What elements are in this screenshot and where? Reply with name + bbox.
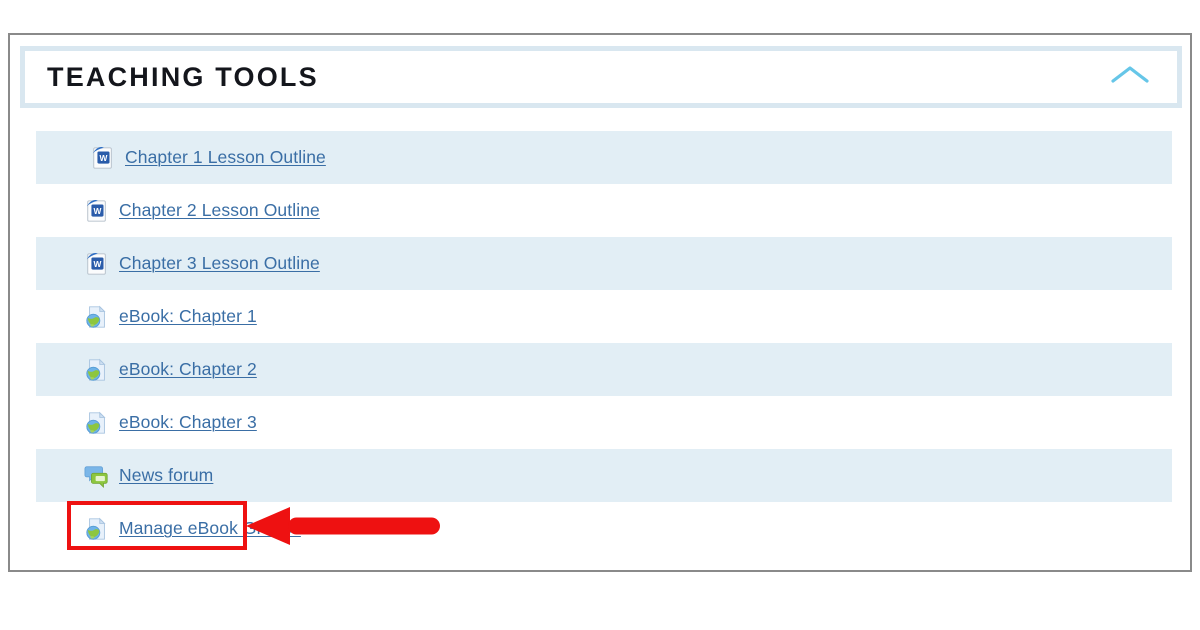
chevron-up-icon	[1109, 62, 1151, 93]
resource-row-content: eBook: Chapter 3	[84, 410, 257, 436]
resource-row[interactable]: eBook: Chapter 3	[36, 396, 1172, 449]
url-globe-page-icon	[84, 304, 110, 330]
resource-link[interactable]: News forum	[119, 465, 213, 486]
resource-row-content: Manage eBook Groups	[84, 516, 301, 542]
resource-row-content: News forum	[84, 463, 213, 489]
url-globe-page-icon	[84, 516, 110, 542]
resource-row[interactable]: eBook: Chapter 1	[36, 290, 1172, 343]
resource-link[interactable]: eBook: Chapter 2	[119, 359, 257, 380]
resource-row[interactable]: eBook: Chapter 2	[36, 343, 1172, 396]
resource-row[interactable]: Chapter 1 Lesson Outline	[36, 131, 1172, 184]
resource-row-content: eBook: Chapter 1	[84, 304, 257, 330]
resource-list: Chapter 1 Lesson Outline Chapter 2 Lesson…	[36, 131, 1172, 555]
resource-row-content: Chapter 3 Lesson Outline	[84, 251, 320, 277]
resource-row[interactable]: Chapter 3 Lesson Outline	[36, 237, 1172, 290]
resource-row-content: eBook: Chapter 2	[84, 357, 257, 383]
word-document-icon	[84, 251, 110, 277]
resource-link[interactable]: eBook: Chapter 3	[119, 412, 257, 433]
resource-link[interactable]: Manage eBook Groups	[119, 518, 301, 539]
resource-row-content: Chapter 1 Lesson Outline	[90, 145, 326, 171]
resource-link[interactable]: Chapter 3 Lesson Outline	[119, 253, 320, 274]
url-globe-page-icon	[84, 357, 110, 383]
section-header[interactable]: TEACHING TOOLS	[20, 46, 1182, 108]
teaching-tools-section-card: TEACHING TOOLS Chapter 1 Lesson Outline C…	[8, 33, 1192, 572]
word-document-icon	[84, 198, 110, 224]
forum-speech-bubbles-icon	[84, 463, 110, 489]
resource-link[interactable]: eBook: Chapter 1	[119, 306, 257, 327]
page-title: TEACHING TOOLS	[47, 61, 319, 92]
collapse-section-button[interactable]	[1107, 60, 1153, 94]
resource-link[interactable]: Chapter 1 Lesson Outline	[125, 147, 326, 168]
resource-link[interactable]: Chapter 2 Lesson Outline	[119, 200, 320, 221]
resource-row-content: Chapter 2 Lesson Outline	[84, 198, 320, 224]
resource-row[interactable]: News forum	[36, 449, 1172, 502]
resource-row[interactable]: Chapter 2 Lesson Outline	[36, 184, 1172, 237]
resource-row[interactable]: Manage eBook Groups	[36, 502, 1172, 555]
url-globe-page-icon	[84, 410, 110, 436]
word-document-icon	[90, 145, 116, 171]
